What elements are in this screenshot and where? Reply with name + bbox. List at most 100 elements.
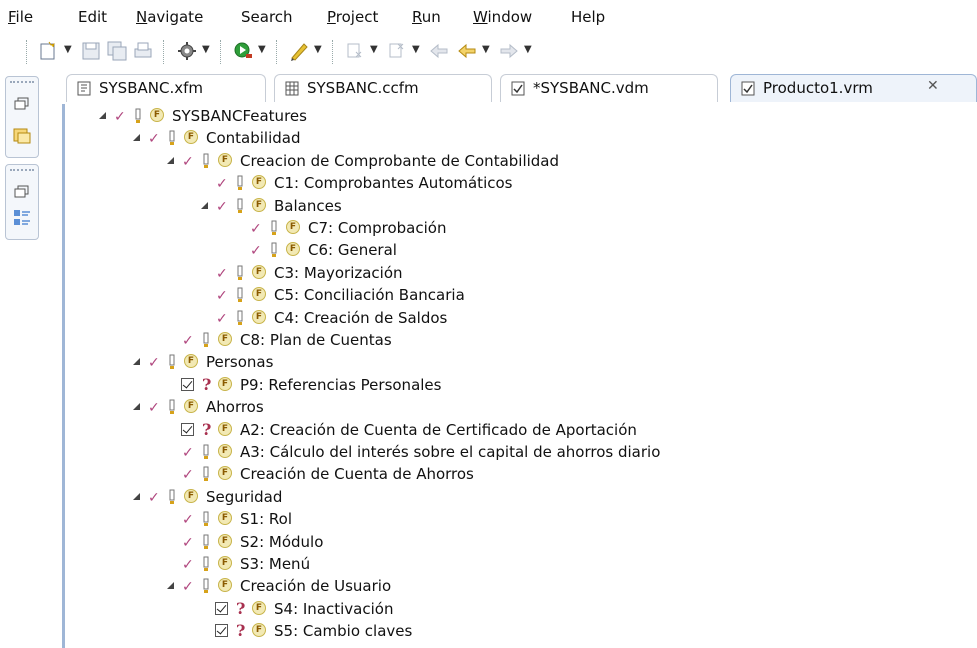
selected-check-icon[interactable]: ✓ — [182, 535, 194, 551]
chevron-down-icon[interactable]: ▼ — [412, 44, 420, 55]
chevron-down-icon[interactable]: ▼ — [482, 44, 490, 55]
selected-check-icon[interactable]: ✓ — [216, 288, 228, 304]
selected-check-icon[interactable]: ✓ — [250, 243, 262, 259]
tree-row[interactable]: ✓ F Creación de Usuario — [65, 576, 965, 598]
selected-check-icon[interactable]: ✓ — [216, 311, 228, 327]
previous-annotation-icon[interactable] — [386, 40, 408, 62]
tab-sysbanc-xfm[interactable]: SYSBANC.xfm — [66, 74, 266, 102]
selected-check-icon[interactable]: ✓ — [216, 176, 228, 192]
tree-row[interactable]: ✓ F Contabilidad — [65, 128, 965, 150]
expand-toggle-icon[interactable] — [167, 582, 174, 590]
forward-arrow-icon[interactable] — [498, 40, 520, 62]
close-icon[interactable]: ✕ — [927, 78, 939, 94]
menu-run[interactable]: Run — [412, 8, 441, 26]
selected-check-icon[interactable]: ✓ — [114, 109, 126, 125]
tab-sysbanc-ccfm[interactable]: SYSBANC.ccfm — [274, 74, 492, 102]
tree-row[interactable]: ✓ F C4: Creación de Saldos — [65, 308, 965, 330]
restore-icon[interactable] — [14, 97, 30, 111]
feature-label: A3: Cálculo del interés sobre el capital… — [240, 443, 661, 461]
chevron-down-icon[interactable]: ▼ — [64, 44, 72, 55]
menu-edit[interactable]: Edit — [78, 8, 107, 26]
chevron-down-icon[interactable]: ▼ — [524, 44, 532, 55]
save-icon[interactable] — [80, 40, 102, 62]
checkbox[interactable] — [181, 377, 194, 391]
menu-project[interactable]: Project — [327, 8, 378, 26]
tree-row[interactable]: ✓ F C3: Mayorización — [65, 263, 965, 285]
tree-row[interactable]: ? F P9: Referencias Personales — [65, 375, 965, 397]
chevron-down-icon[interactable]: ▼ — [370, 44, 378, 55]
expand-toggle-icon[interactable] — [167, 156, 174, 164]
selected-check-icon[interactable]: ✓ — [148, 355, 160, 371]
tree-row[interactable]: ✓ F Balances — [65, 196, 965, 218]
tree-row[interactable]: ✓ F C8: Plan de Cuentas — [65, 330, 965, 352]
menu-window[interactable]: Window — [473, 8, 532, 26]
menu-navigate[interactable]: Navigate — [136, 8, 203, 26]
checkbox[interactable] — [215, 601, 228, 615]
debug-configurations-icon[interactable] — [176, 40, 198, 62]
selected-check-icon[interactable]: ✓ — [182, 579, 194, 595]
chevron-down-icon[interactable]: ▼ — [258, 44, 266, 55]
restore-icon[interactable] — [14, 185, 30, 199]
tree-row[interactable]: ? F A2: Creación de Cuenta de Certificado … — [65, 420, 965, 442]
feature-label: Creación de Cuenta de Ahorros — [240, 465, 474, 484]
run-icon[interactable] — [232, 40, 254, 62]
tree-row[interactable]: ✓ F C5: Conciliación Bancaria — [65, 285, 965, 307]
tab-producto1-vrm[interactable]: Producto1.vrm ✕ — [730, 74, 977, 102]
chevron-down-icon[interactable]: ▼ — [314, 44, 322, 55]
tree-row[interactable]: ✓ F Creacion de Comprobante de Contabilida… — [65, 151, 965, 173]
tree-row[interactable]: ✓ F C1: Comprobantes Automáticos — [65, 173, 965, 195]
drag-grip[interactable] — [10, 169, 34, 171]
pen-icon[interactable] — [288, 40, 310, 62]
selected-check-icon[interactable]: ✓ — [182, 333, 194, 349]
tree-row[interactable]: ? F S4: Inactivación — [65, 599, 965, 621]
expand-toggle-icon[interactable] — [133, 492, 140, 500]
tree-row[interactable]: ✓ F S3: Menú — [65, 554, 965, 576]
last-edit-location-icon[interactable] — [428, 40, 450, 62]
checkbox[interactable] — [181, 422, 194, 436]
menu-file[interactable]: File — [8, 8, 33, 26]
drag-grip[interactable] — [10, 81, 34, 83]
selected-check-icon[interactable]: ✓ — [216, 266, 228, 282]
package-explorer-icon[interactable] — [12, 125, 32, 145]
tree-row[interactable]: ✓ F Personas — [65, 352, 965, 374]
expand-toggle-icon[interactable] — [201, 201, 208, 209]
outline-icon[interactable] — [13, 209, 31, 227]
selected-check-icon[interactable]: ✓ — [250, 221, 262, 237]
feature-label: Ahorros — [206, 398, 264, 417]
next-annotation-icon[interactable] — [344, 40, 366, 62]
back-arrow-icon[interactable] — [456, 40, 478, 62]
expand-toggle-icon[interactable] — [133, 358, 140, 366]
tree-row[interactable]: ✓ F C6: General — [65, 240, 965, 262]
selected-check-icon[interactable]: ✓ — [216, 199, 228, 215]
new-file-icon[interactable] — [38, 40, 60, 62]
tree-row[interactable]: ? F S5: Cambio claves — [65, 621, 965, 643]
tree-row[interactable]: ✓ F S1: Rol — [65, 509, 965, 531]
expand-toggle-icon[interactable] — [133, 134, 140, 142]
selected-check-icon[interactable]: ✓ — [148, 490, 160, 506]
tree-row[interactable]: ✓ F S2: Módulo — [65, 532, 965, 554]
selected-check-icon[interactable]: ✓ — [182, 154, 194, 170]
tree-row[interactable]: ✓ F A3: Cálculo del interés sobre el capit… — [65, 442, 965, 464]
print-icon[interactable] — [132, 40, 154, 62]
variant-file-icon — [511, 81, 525, 96]
selected-check-icon[interactable]: ✓ — [148, 131, 160, 147]
expand-toggle-icon[interactable] — [133, 403, 140, 411]
selected-check-icon[interactable]: ✓ — [182, 467, 194, 483]
chevron-down-icon[interactable]: ▼ — [202, 44, 210, 55]
tree-row[interactable]: ✓ F SYSBANCFeatures — [65, 106, 965, 128]
tree-row[interactable]: ✓ F Creación de Cuenta de Ahorros — [65, 464, 965, 486]
selected-check-icon[interactable]: ✓ — [182, 512, 194, 528]
menu-help[interactable]: Help — [571, 8, 605, 26]
tab-sysbanc-vdm[interactable]: *SYSBANC.vdm — [500, 74, 718, 102]
tree-row[interactable]: ✓ F Seguridad — [65, 487, 965, 509]
feature-icon: F — [286, 242, 300, 257]
expand-toggle-icon[interactable] — [99, 112, 106, 119]
checkbox[interactable] — [215, 624, 228, 638]
tree-row[interactable]: ✓ F Ahorros — [65, 397, 965, 419]
selected-check-icon[interactable]: ✓ — [148, 400, 160, 416]
selected-check-icon[interactable]: ✓ — [182, 557, 194, 573]
selected-check-icon[interactable]: ✓ — [182, 445, 194, 461]
menu-search[interactable]: Search — [241, 8, 293, 26]
tree-row[interactable]: ✓ F C7: Comprobación — [65, 218, 965, 240]
save-all-icon[interactable] — [106, 40, 128, 62]
